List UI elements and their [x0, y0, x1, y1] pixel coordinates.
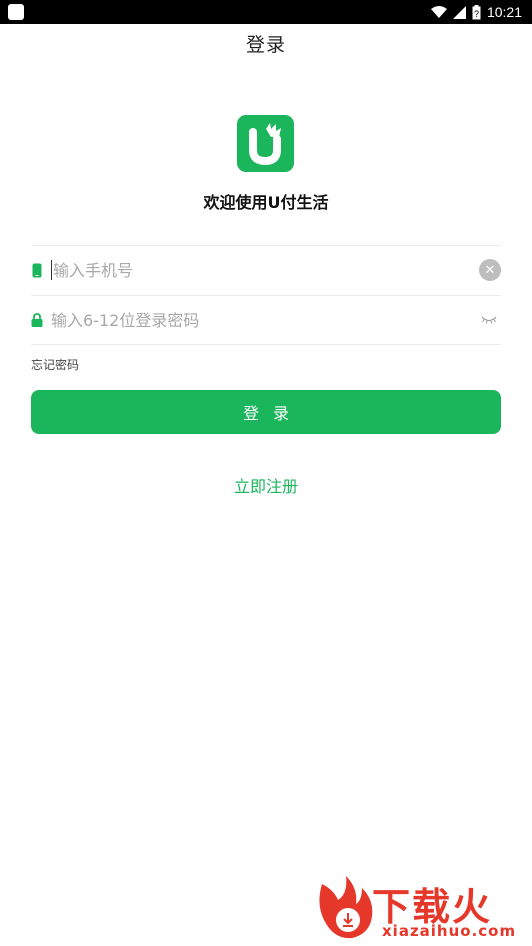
notification-app-icon	[8, 4, 24, 20]
phone-field[interactable]: ✕	[31, 246, 501, 294]
phone-input[interactable]	[53, 250, 479, 290]
divider	[31, 344, 501, 345]
watermark-site: xiazaihuo.com	[382, 922, 517, 940]
clear-icon[interactable]: ✕	[479, 259, 501, 281]
register-link[interactable]: 立即注册	[0, 473, 532, 497]
phone-icon	[31, 262, 43, 278]
lock-icon	[31, 312, 43, 328]
wifi-icon	[430, 5, 447, 18]
password-field[interactable]	[31, 296, 501, 344]
battery-icon: ?	[472, 4, 481, 19]
page-title: 登录	[245, 34, 286, 56]
fire-icon	[319, 876, 373, 939]
text-cursor	[51, 260, 52, 280]
watermark-logo: 下载火 xiazaihuo.com	[312, 874, 526, 942]
app-logo	[237, 115, 294, 172]
password-input[interactable]	[51, 300, 479, 340]
login-button[interactable]: 登录	[31, 390, 501, 434]
status-indicators: ? 10:21	[430, 0, 522, 24]
status-bar: ? 10:21	[0, 0, 532, 24]
svg-text:?: ?	[474, 9, 479, 19]
signal-icon	[452, 5, 466, 19]
clock: 10:21	[486, 4, 522, 20]
eye-closed-icon[interactable]	[479, 313, 499, 327]
forgot-password-link[interactable]: 忘记密码	[31, 356, 79, 373]
welcome-heading: 欢迎使用U付生活	[203, 193, 329, 212]
